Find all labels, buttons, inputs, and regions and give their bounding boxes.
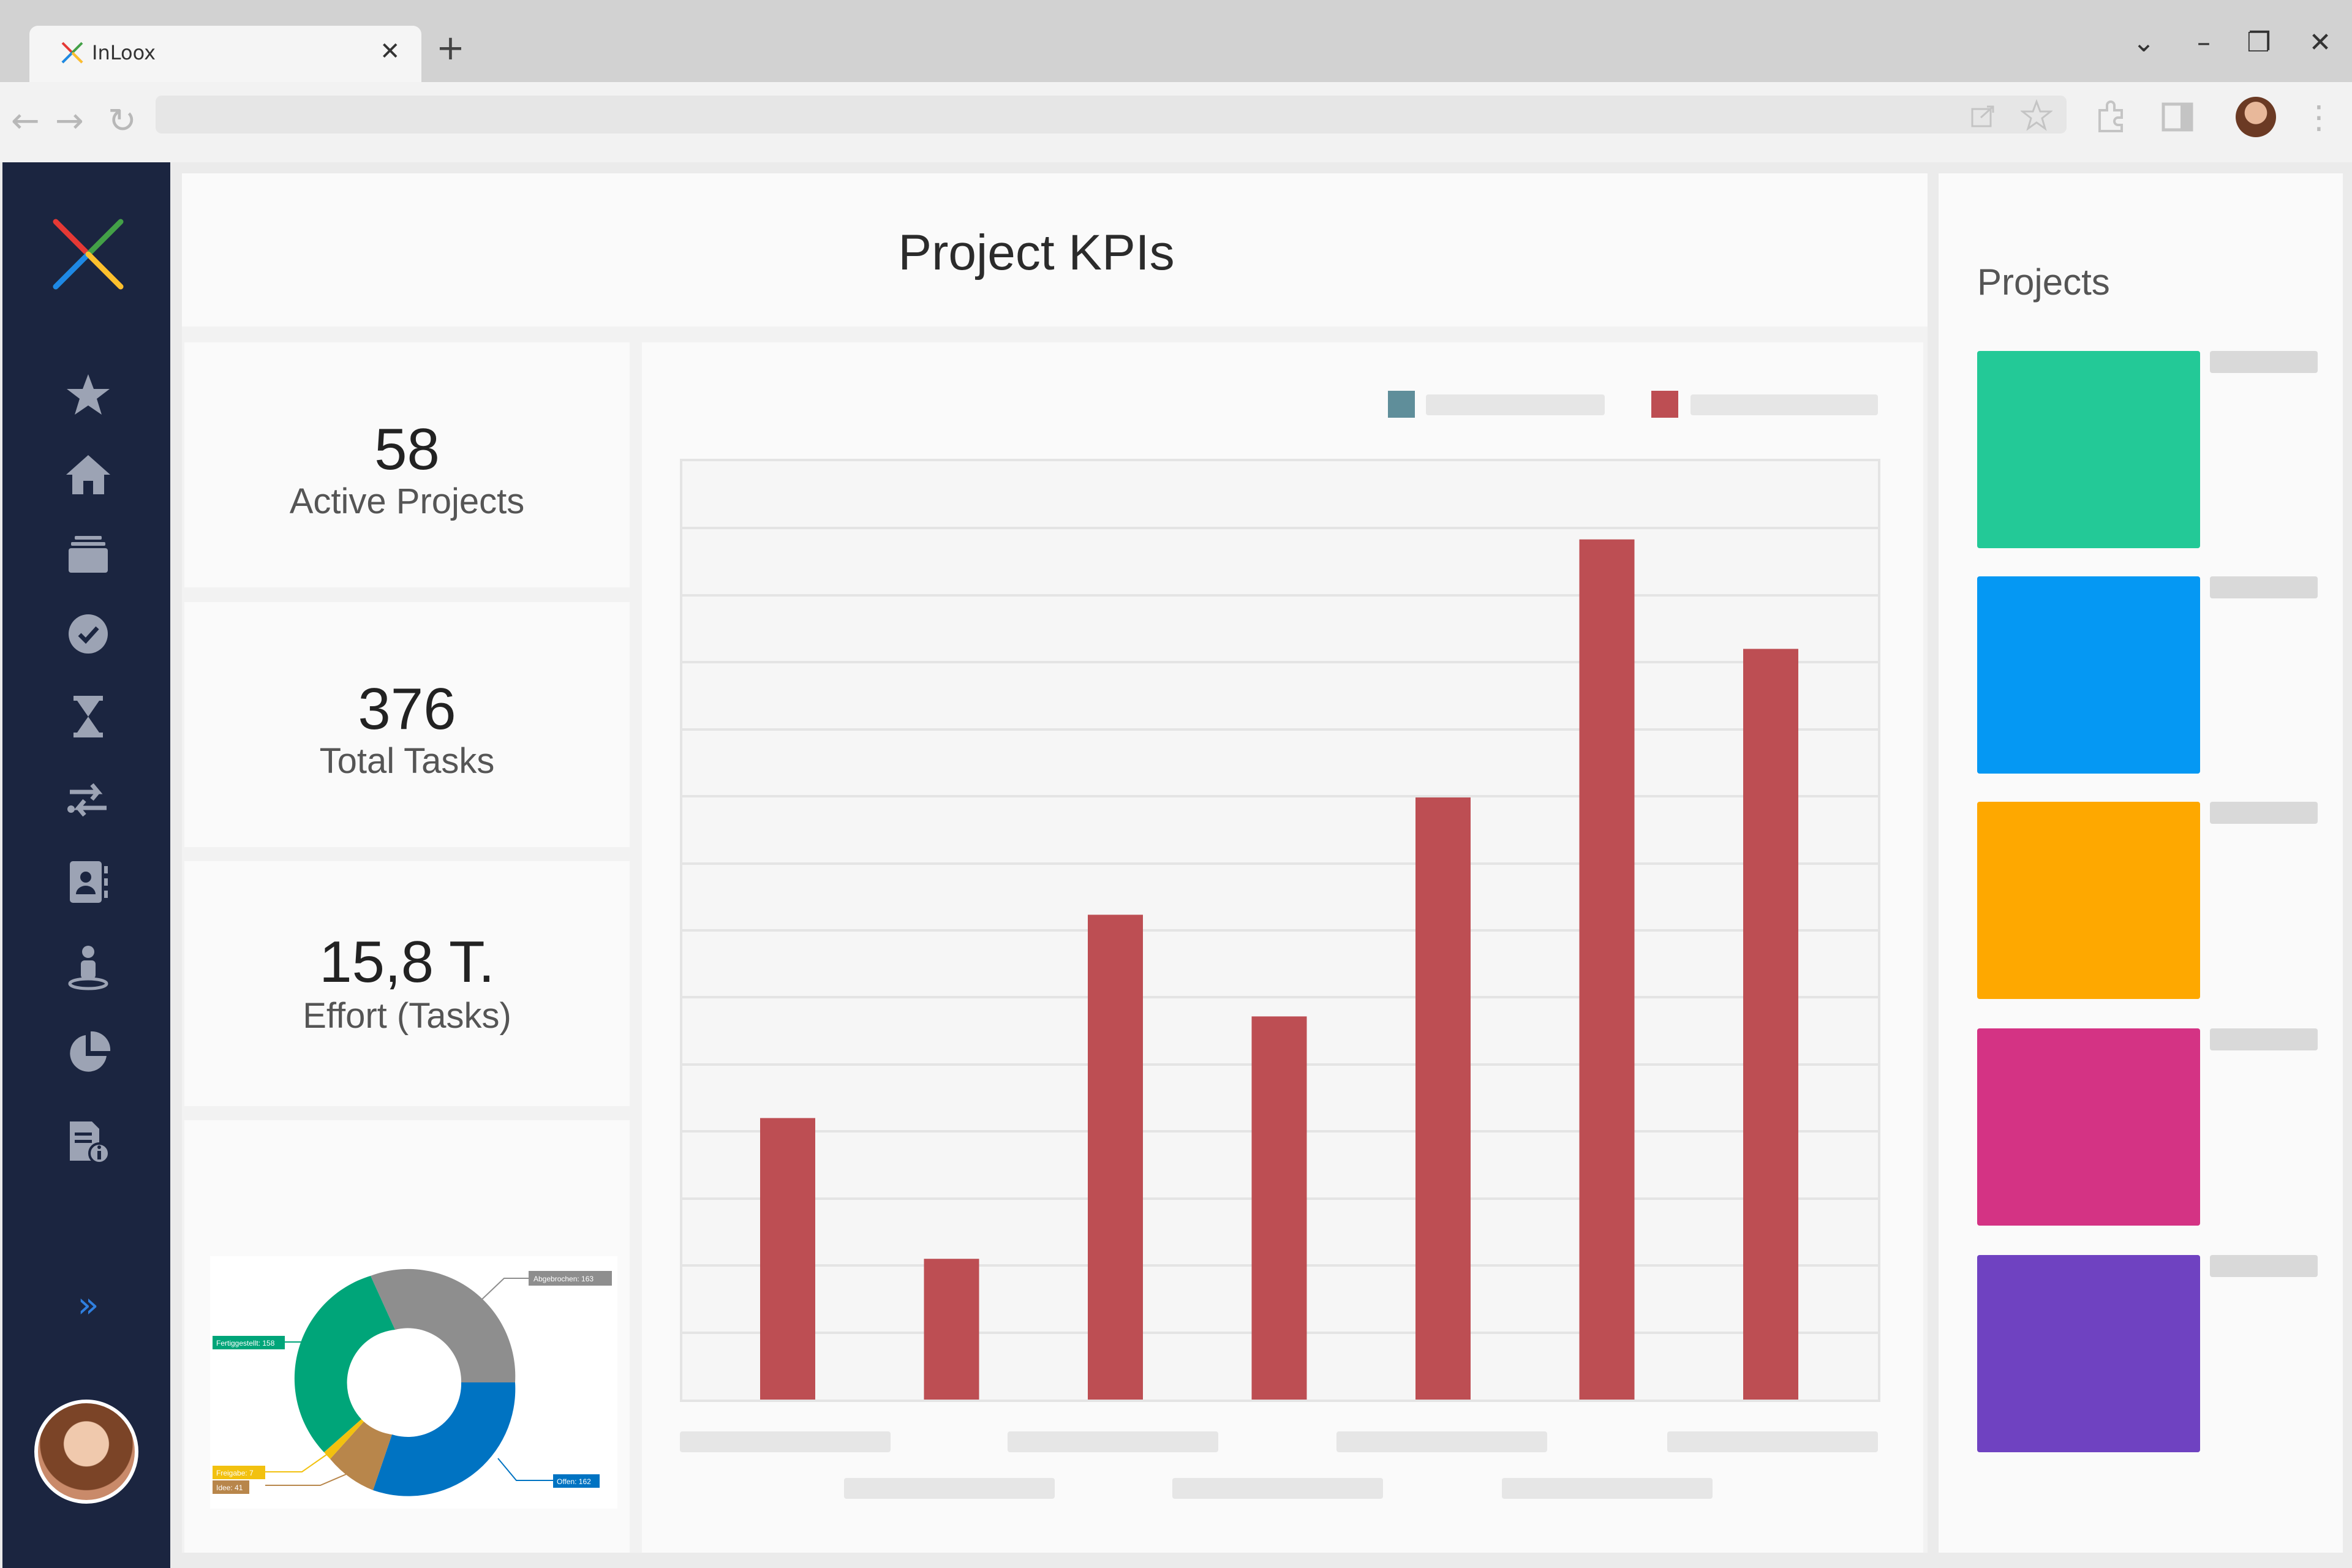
x-tick-placeholder: [1008, 1431, 1218, 1452]
kpi-label: Effort (Tasks): [303, 996, 511, 1036]
star-icon[interactable]: [2021, 99, 2052, 131]
kpi-label: Total Tasks: [319, 741, 495, 781]
star-icon[interactable]: [64, 371, 113, 420]
projects-title: Projects: [1977, 262, 2110, 303]
sidebar-icon[interactable]: [2161, 100, 2194, 134]
kpi-card-total-tasks: 376 Total Tasks: [184, 602, 630, 847]
donut-chart: Abgebrochen: 163 Fertiggestellt: 158 Fre…: [210, 1256, 617, 1509]
bar-chart-card: [642, 342, 1923, 1553]
task-status-donut-card: Abgebrochen: 163 Fertiggestellt: 158 Fre…: [184, 1120, 630, 1553]
donut-label-done: Fertiggestellt: 158: [216, 1339, 275, 1348]
inloox-logo-icon: [61, 42, 83, 64]
kpi-card-active-projects: 58 Active Projects: [184, 342, 630, 587]
bar-5: [1415, 797, 1471, 1400]
project-label-placeholder: [2210, 802, 2318, 824]
tab-title: InLoox: [92, 41, 156, 64]
donut-label-cancelled: Abgebrochen: 163: [533, 1275, 594, 1283]
minimize-button[interactable]: –: [2185, 24, 2222, 61]
project-label-placeholder: [2210, 351, 2318, 373]
donut-label-idea: Idee: 41: [216, 1483, 243, 1492]
tab-search-icon[interactable]: ⌄: [2125, 24, 2162, 61]
reload-icon[interactable]: ↻: [108, 97, 137, 146]
share-icon[interactable]: [1969, 100, 1998, 130]
projects-panel: Projects: [1939, 173, 2343, 1553]
bar-2: [924, 1259, 979, 1400]
project-tile[interactable]: [1977, 1255, 2200, 1452]
kpi-card-effort: 15,8 T. Effort (Tasks): [184, 861, 630, 1106]
kpi-label: Active Projects: [289, 481, 525, 521]
legend-label-placeholder: [1691, 394, 1878, 415]
browser-toolbar: ← → ↻ ⋮: [0, 82, 2352, 162]
pie-chart-icon[interactable]: [64, 1029, 113, 1078]
browser-tab[interactable]: InLoox ✕: [29, 26, 421, 82]
home-icon[interactable]: [64, 450, 113, 499]
kpi-value: 58: [374, 417, 440, 482]
bar-6: [1579, 539, 1635, 1400]
page-header: Project KPIs: [182, 173, 1928, 326]
page-title: Project KPIs: [898, 225, 1175, 281]
project-label-placeholder: [2210, 576, 2318, 598]
address-bar[interactable]: [156, 96, 2067, 134]
sidebar: »: [2, 162, 170, 1568]
browser-chrome: InLoox ✕ + ⌄ – ❐ ✕ ← → ↻ ⋮: [0, 0, 2352, 162]
restore-button[interactable]: ❐: [2241, 24, 2277, 61]
bar-4: [1251, 1016, 1307, 1400]
project-label-placeholder: [2210, 1028, 2318, 1050]
x-tick-placeholder: [1667, 1431, 1878, 1452]
transfer-icon[interactable]: [64, 775, 113, 824]
forward-icon[interactable]: →: [55, 97, 84, 146]
layers-icon[interactable]: [64, 530, 113, 579]
user-avatar[interactable]: [34, 1400, 138, 1504]
bar-1: [760, 1118, 815, 1400]
project-tile[interactable]: [1977, 576, 2200, 774]
profile-avatar[interactable]: [2236, 97, 2276, 137]
contacts-icon[interactable]: [64, 858, 113, 907]
hourglass-icon[interactable]: [64, 692, 113, 741]
project-tile[interactable]: [1977, 1028, 2200, 1226]
legend-swatch-series-1: [1388, 391, 1415, 418]
back-icon[interactable]: ←: [11, 97, 40, 146]
legend-swatch-series-2: [1651, 391, 1678, 418]
bar-chart-plot: [680, 459, 1880, 1402]
project-tile[interactable]: [1977, 802, 2200, 999]
tab-close-icon[interactable]: ✕: [380, 37, 401, 66]
close-window-button[interactable]: ✕: [2302, 24, 2339, 61]
x-tick-placeholder: [1336, 1431, 1547, 1452]
donut-label-open: Offen: 162: [557, 1477, 591, 1486]
user-icon[interactable]: [64, 943, 113, 992]
document-info-icon[interactable]: [64, 1118, 113, 1167]
x-tick-placeholder: [1502, 1478, 1713, 1499]
x-tick-placeholder: [844, 1478, 1055, 1499]
project-tile[interactable]: [1977, 351, 2200, 548]
inloox-logo-icon[interactable]: [48, 214, 128, 294]
browser-menu-icon[interactable]: ⋮: [2303, 93, 2335, 142]
legend-label-placeholder: [1426, 394, 1605, 415]
donut-label-approval: Freigabe: 7: [216, 1469, 254, 1477]
main-content: Project KPIs 58 Active Projects 376 Tota…: [182, 173, 1928, 1553]
x-tick-placeholder: [1172, 1478, 1383, 1499]
check-circle-icon[interactable]: [64, 609, 113, 658]
new-tab-button[interactable]: +: [436, 27, 465, 70]
bar-3: [1088, 914, 1143, 1400]
kpi-value: 376: [358, 676, 456, 742]
kpi-value: 15,8 T.: [319, 929, 495, 995]
extensions-icon[interactable]: [2094, 98, 2130, 135]
expand-sidebar-icon[interactable]: »: [64, 1280, 113, 1329]
bar-7: [1743, 649, 1798, 1400]
project-label-placeholder: [2210, 1255, 2318, 1277]
x-tick-placeholder: [680, 1431, 891, 1452]
